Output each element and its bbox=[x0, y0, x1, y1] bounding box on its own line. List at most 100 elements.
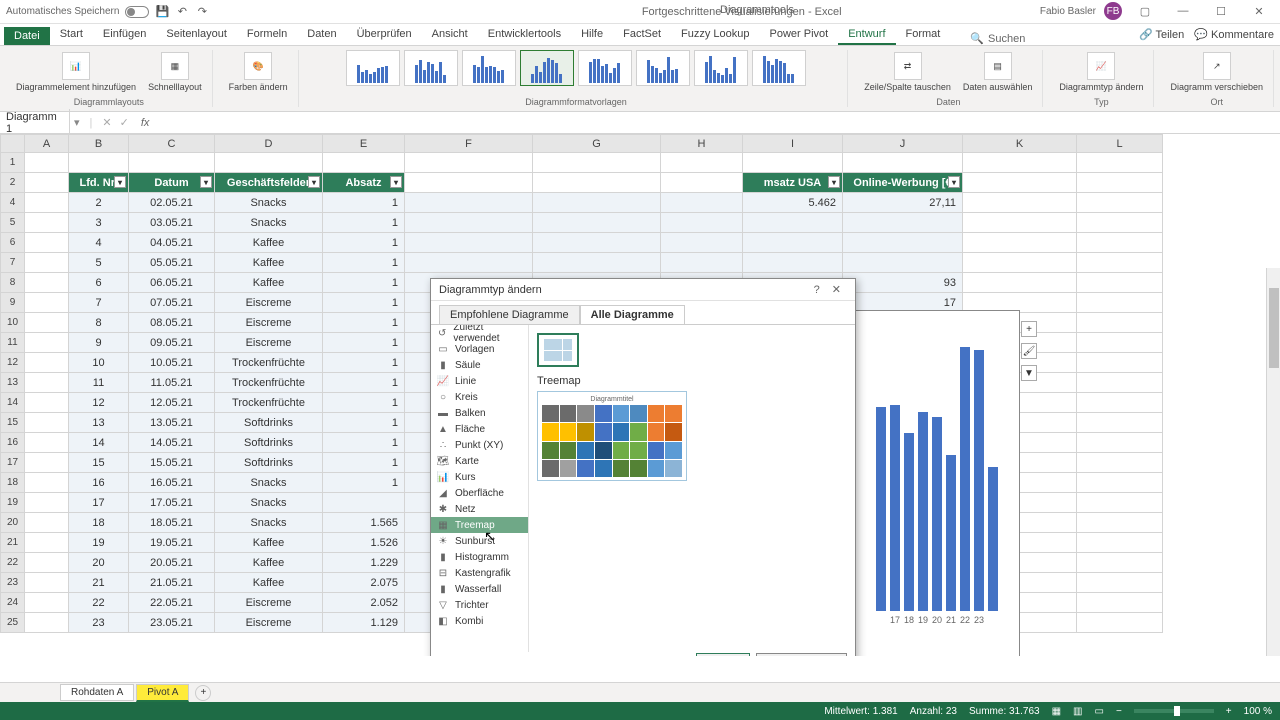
redo-icon[interactable]: ↷ bbox=[195, 5, 209, 19]
cell[interactable]: 18 bbox=[69, 513, 129, 533]
dialog-close-icon[interactable]: ✕ bbox=[826, 283, 847, 296]
tab-recommended[interactable]: Empfohlene Diagramme bbox=[439, 305, 580, 324]
namebox-dropdown-icon[interactable]: ▾ bbox=[70, 116, 84, 129]
chart-type-sunburst[interactable]: ☀Sunburst bbox=[431, 533, 528, 549]
ribbon-tab-überprüfen[interactable]: Überprüfen bbox=[347, 25, 422, 45]
ribbon-options-icon[interactable]: ▢ bbox=[1130, 2, 1160, 20]
col-header-F[interactable]: F bbox=[405, 135, 533, 153]
undo-icon[interactable]: ↶ bbox=[175, 5, 189, 19]
chart-style-4[interactable] bbox=[520, 50, 574, 86]
col-header-E[interactable]: E bbox=[323, 135, 405, 153]
quick-layout-button[interactable]: ▦Schnelllayout bbox=[144, 50, 206, 94]
row-header[interactable]: 7 bbox=[1, 253, 25, 273]
chart-type-flche[interactable]: ▲Fläche bbox=[431, 421, 528, 437]
cell[interactable]: 14 bbox=[69, 433, 129, 453]
ribbon-tab-power pivot[interactable]: Power Pivot bbox=[760, 25, 839, 45]
chart-type-sule[interactable]: ▮Säule bbox=[431, 357, 528, 373]
name-box[interactable]: Diagramm 1 bbox=[0, 109, 70, 137]
zoom-out-icon[interactable]: − bbox=[1116, 706, 1122, 717]
col-header-G[interactable]: G bbox=[533, 135, 661, 153]
ribbon-tab-formeln[interactable]: Formeln bbox=[237, 25, 297, 45]
row-header[interactable]: 18 bbox=[1, 473, 25, 493]
chart-type-linie[interactable]: 📈Linie bbox=[431, 373, 528, 389]
cell[interactable]: 19 bbox=[69, 533, 129, 553]
col-header-B[interactable]: B bbox=[69, 135, 129, 153]
switch-row-col-button[interactable]: ⇄Zeile/Spalte tauschen bbox=[860, 50, 955, 94]
cell[interactable]: 16 bbox=[69, 473, 129, 493]
row-header[interactable]: 17 bbox=[1, 453, 25, 473]
row-header[interactable]: 24 bbox=[1, 593, 25, 613]
ribbon-tab-einfügen[interactable]: Einfügen bbox=[93, 25, 156, 45]
cell[interactable]: 4 bbox=[69, 233, 129, 253]
zoom-slider[interactable] bbox=[1134, 709, 1214, 713]
chart-preview[interactable]: Diagrammtitel bbox=[537, 391, 687, 481]
cell[interactable]: 6 bbox=[69, 273, 129, 293]
select-data-button[interactable]: ▤Daten auswählen bbox=[959, 50, 1037, 94]
col-header-A[interactable]: A bbox=[25, 135, 69, 153]
chart-type-histogramm[interactable]: ▮Histogramm bbox=[431, 549, 528, 565]
row-header[interactable]: 12 bbox=[1, 353, 25, 373]
row-header[interactable]: 9 bbox=[1, 293, 25, 313]
cell[interactable]: 20 bbox=[69, 553, 129, 573]
row-header[interactable]: 10 bbox=[1, 313, 25, 333]
row-header[interactable]: 11 bbox=[1, 333, 25, 353]
row-header[interactable]: 8 bbox=[1, 273, 25, 293]
col-header-C[interactable]: C bbox=[129, 135, 215, 153]
row-header[interactable]: 25 bbox=[1, 613, 25, 633]
share-button[interactable]: 🔗 Teilen bbox=[1139, 28, 1184, 41]
table-header-absatz[interactable]: Absatz▾ bbox=[323, 173, 405, 193]
ribbon-tab-daten[interactable]: Daten bbox=[297, 25, 346, 45]
chart-type-treemap[interactable]: ▦Treemap bbox=[431, 517, 528, 533]
chart-type-kombi[interactable]: ◧Kombi bbox=[431, 613, 528, 629]
chart-type-kreis[interactable]: ○Kreis bbox=[431, 389, 528, 405]
cell[interactable]: 15 bbox=[69, 453, 129, 473]
row-header[interactable]: 23 bbox=[1, 573, 25, 593]
cell[interactable]: 22 bbox=[69, 593, 129, 613]
cell[interactable]: 2 bbox=[69, 193, 129, 213]
ribbon-tab-start[interactable]: Start bbox=[50, 25, 93, 45]
ribbon-tab-hilfe[interactable]: Hilfe bbox=[571, 25, 613, 45]
chart-type-oberflche[interactable]: ◢Oberfläche bbox=[431, 485, 528, 501]
row-header[interactable]: 4 bbox=[1, 193, 25, 213]
cell[interactable]: 21 bbox=[69, 573, 129, 593]
cell[interactable]: 12 bbox=[69, 393, 129, 413]
table-header-umsatz[interactable]: msatz USA▾ bbox=[743, 173, 843, 193]
row-header[interactable]: 16 bbox=[1, 433, 25, 453]
view-break-icon[interactable]: ▭ bbox=[1095, 706, 1104, 717]
change-chart-type-button[interactable]: 📈Diagrammtyp ändern bbox=[1055, 50, 1147, 94]
row-header[interactable]: 19 bbox=[1, 493, 25, 513]
view-page-icon[interactable]: ▥ bbox=[1073, 706, 1082, 717]
chart-style-1[interactable] bbox=[346, 50, 400, 86]
col-header-J[interactable]: J bbox=[843, 135, 963, 153]
chart-style-8[interactable] bbox=[752, 50, 806, 86]
chart-plus-icon[interactable]: + bbox=[1021, 321, 1037, 337]
cell[interactable]: 5 bbox=[69, 253, 129, 273]
row-header[interactable]: 15 bbox=[1, 413, 25, 433]
add-sheet-icon[interactable]: + bbox=[195, 685, 211, 701]
chart-type-trichter[interactable]: ▽Trichter bbox=[431, 597, 528, 613]
tab-all-charts[interactable]: Alle Diagramme bbox=[580, 305, 685, 324]
ribbon-tab-entwurf[interactable]: Entwurf bbox=[838, 25, 895, 45]
ribbon-tab-fuzzy lookup[interactable]: Fuzzy Lookup bbox=[671, 25, 759, 45]
ribbon-tab-factset[interactable]: FactSet bbox=[613, 25, 671, 45]
chart-type-wasserfall[interactable]: ▮Wasserfall bbox=[431, 581, 528, 597]
chart-type-kastengrafik[interactable]: ⊟Kastengrafik bbox=[431, 565, 528, 581]
chart-style-5[interactable] bbox=[578, 50, 632, 86]
chart-type-netz[interactable]: ✱Netz bbox=[431, 501, 528, 517]
zoom-level[interactable]: 100 % bbox=[1244, 706, 1272, 717]
row-header[interactable]: 14 bbox=[1, 393, 25, 413]
cell[interactable]: 13 bbox=[69, 413, 129, 433]
zoom-in-icon[interactable]: + bbox=[1226, 706, 1232, 717]
chart-type-kurs[interactable]: 📊Kurs bbox=[431, 469, 528, 485]
chart-type-karte[interactable]: 🗺Karte bbox=[431, 453, 528, 469]
cell[interactable]: 8 bbox=[69, 313, 129, 333]
comments-button[interactable]: 💬 Kommentare bbox=[1194, 28, 1274, 41]
chart-style-2[interactable] bbox=[404, 50, 458, 86]
col-header-L[interactable]: L bbox=[1077, 135, 1163, 153]
file-tab[interactable]: Datei bbox=[4, 27, 50, 45]
chart-type-balken[interactable]: ▬Balken bbox=[431, 405, 528, 421]
table-header-werbung[interactable]: Online-Werbung [€▾ bbox=[843, 173, 963, 193]
add-chart-element-button[interactable]: 📊Diagrammelement hinzufügen bbox=[12, 50, 140, 94]
table-header-feld[interactable]: Geschäftsfelder▾ bbox=[215, 173, 323, 193]
col-header-K[interactable]: K bbox=[963, 135, 1077, 153]
